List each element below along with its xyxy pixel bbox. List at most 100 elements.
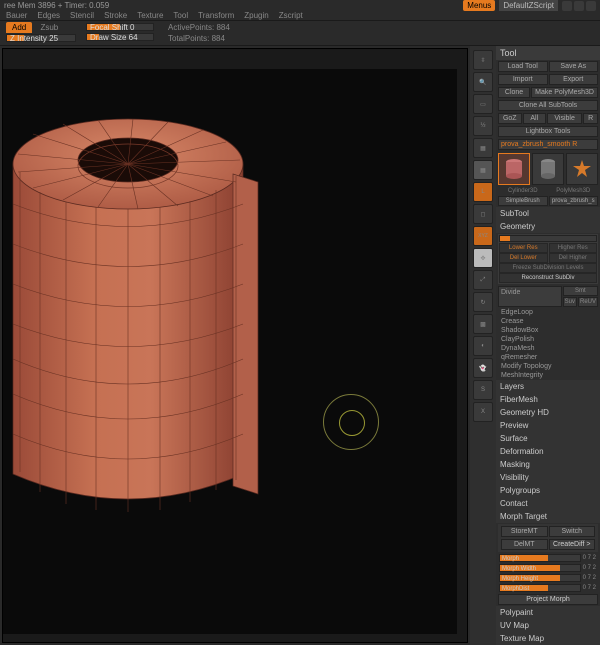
morph-width-slider[interactable]: Morph Width: [499, 564, 581, 572]
scroll-icon[interactable]: ⇳: [473, 50, 493, 70]
project-morph-button[interactable]: Project Morph: [498, 594, 598, 605]
solo-icon[interactable]: S: [473, 380, 493, 400]
load-tool-button[interactable]: Load Tool: [498, 61, 548, 72]
section-header[interactable]: Masking: [496, 458, 600, 471]
section-header[interactable]: Surface: [496, 432, 600, 445]
del-higher-button[interactable]: Del Higher: [549, 253, 598, 263]
menu-item[interactable]: Bauer: [6, 11, 27, 20]
persp-icon[interactable]: ▦: [473, 138, 493, 158]
goz-all-button[interactable]: All: [523, 113, 547, 124]
import-button[interactable]: Import: [498, 74, 548, 85]
goz-button[interactable]: GoZ: [498, 113, 522, 124]
section-header[interactable]: UV Map: [496, 619, 600, 632]
create-diff-button[interactable]: CreateDiff >: [549, 539, 596, 550]
prova-button[interactable]: prova_zbrush_s: [549, 196, 599, 206]
menu-item[interactable]: Tool: [173, 11, 188, 20]
divide-button[interactable]: Divide: [498, 286, 562, 307]
goz-r-button[interactable]: R: [583, 113, 598, 124]
close-icon[interactable]: [586, 1, 596, 11]
switch-button[interactable]: Switch: [549, 526, 596, 537]
geom-item[interactable]: DynaMesh: [496, 344, 600, 353]
maximize-icon[interactable]: [574, 1, 584, 11]
geom-item[interactable]: qRemesher: [496, 353, 600, 362]
morph-height-slider[interactable]: Morph Height: [499, 574, 581, 582]
geom-item[interactable]: ShadowBox: [496, 326, 600, 335]
ghost-icon[interactable]: 👻: [473, 358, 493, 378]
rotate-icon[interactable]: ↻: [473, 292, 493, 312]
polyf-icon[interactable]: ▩: [473, 314, 493, 334]
zoom-icon[interactable]: 🔍: [473, 72, 493, 92]
script-badge[interactable]: DefaultZScript: [499, 0, 558, 11]
section-header[interactable]: Visibility: [496, 471, 600, 484]
morph-slider[interactable]: Morph: [499, 554, 581, 562]
menu-item[interactable]: Zscript: [279, 11, 303, 20]
export-button[interactable]: Export: [549, 74, 599, 85]
menu-item[interactable]: Edges: [37, 11, 60, 20]
focal-slider[interactable]: Focal Shift 0: [86, 23, 154, 31]
lightbox-button[interactable]: Lightbox Tools: [498, 126, 598, 137]
clone-button[interactable]: Clone: [498, 87, 530, 98]
freeze-button[interactable]: Freeze SubDivision Levels: [499, 263, 597, 273]
local-icon[interactable]: L: [473, 182, 493, 202]
make-polymesh-button[interactable]: Make PolyMesh3D: [531, 87, 598, 98]
mesh-object[interactable]: [8, 94, 263, 514]
clone-all-button[interactable]: Clone All SubTools: [498, 100, 598, 111]
section-header[interactable]: Texture Map: [496, 632, 600, 645]
tool-thumbnail-polymesh[interactable]: [566, 153, 598, 185]
tool-thumbnail-current[interactable]: [498, 153, 530, 185]
drawsize-slider[interactable]: Draw Size 64: [86, 33, 154, 41]
scale-icon[interactable]: ⤢: [473, 270, 493, 290]
menu-item[interactable]: Texture: [137, 11, 163, 20]
menu-item[interactable]: Zpugin: [244, 11, 268, 20]
suv-button[interactable]: Suv: [563, 297, 577, 307]
geom-item[interactable]: MeshIntegrity: [496, 371, 600, 380]
store-mt-button[interactable]: StoreMT: [501, 526, 548, 537]
del-lower-button[interactable]: Del Lower: [499, 253, 548, 263]
subtool-header[interactable]: SubTool: [496, 207, 600, 220]
save-as-button[interactable]: Save As: [549, 61, 599, 72]
geom-item[interactable]: ClayPolish: [496, 335, 600, 344]
frame-icon[interactable]: ◻: [473, 204, 493, 224]
morph-target-header[interactable]: Morph Target: [496, 510, 600, 523]
sdiv-slider[interactable]: [499, 235, 597, 242]
section-header[interactable]: Layers: [496, 380, 600, 393]
goz-visible-button[interactable]: Visible: [547, 113, 582, 124]
section-header[interactable]: Contact: [496, 497, 600, 510]
del-mt-button[interactable]: DelMT: [501, 539, 548, 550]
menu-item[interactable]: Stroke: [104, 11, 127, 20]
section-header[interactable]: Polypaint: [496, 606, 600, 619]
higher-res-button[interactable]: Higher Res: [549, 243, 598, 253]
lower-res-button[interactable]: Lower Res: [499, 243, 548, 253]
section-header[interactable]: Geometry HD: [496, 406, 600, 419]
floor-icon[interactable]: ▦: [473, 160, 493, 180]
window-controls[interactable]: [562, 1, 596, 11]
xpose-icon[interactable]: X: [473, 402, 493, 422]
section-header[interactable]: Deformation: [496, 445, 600, 458]
actual-icon[interactable]: ▭: [473, 94, 493, 114]
current-tool-label[interactable]: prova_zbrush_smooth R: [498, 139, 598, 150]
tab-zsub[interactable]: Zsub: [34, 23, 58, 32]
menu-item[interactable]: Stencil: [70, 11, 94, 20]
aahalf-icon[interactable]: ½: [473, 116, 493, 136]
viewport[interactable]: [2, 48, 468, 643]
minimize-icon[interactable]: [562, 1, 572, 11]
move-icon[interactable]: ✥: [473, 248, 493, 268]
section-header[interactable]: FiberMesh: [496, 393, 600, 406]
menus-badge[interactable]: Menus: [463, 0, 495, 11]
geom-item[interactable]: Modify Topology: [496, 362, 600, 371]
section-header[interactable]: Preview: [496, 419, 600, 432]
morph-dist-slider[interactable]: MorphDist: [499, 584, 581, 592]
menu-item[interactable]: Transform: [198, 11, 234, 20]
tool-thumbnail-cylinder[interactable]: [532, 153, 564, 185]
geom-item[interactable]: Crease: [496, 317, 600, 326]
reconstruct-button[interactable]: Reconstruct SubDiv: [499, 273, 597, 283]
tab-add[interactable]: Add: [6, 22, 32, 33]
transp-icon[interactable]: ◐: [473, 336, 493, 356]
intensity-slider[interactable]: Z Intensity 25: [6, 34, 76, 42]
reuv-button[interactable]: ReUV: [578, 297, 598, 307]
section-header[interactable]: Polygroups: [496, 484, 600, 497]
smt-button[interactable]: Smt: [563, 286, 598, 296]
simplebrush-button[interactable]: SimpleBrush: [498, 196, 548, 206]
geom-item[interactable]: EdgeLoop: [496, 308, 600, 317]
xyz-icon[interactable]: XYZ: [473, 226, 493, 246]
